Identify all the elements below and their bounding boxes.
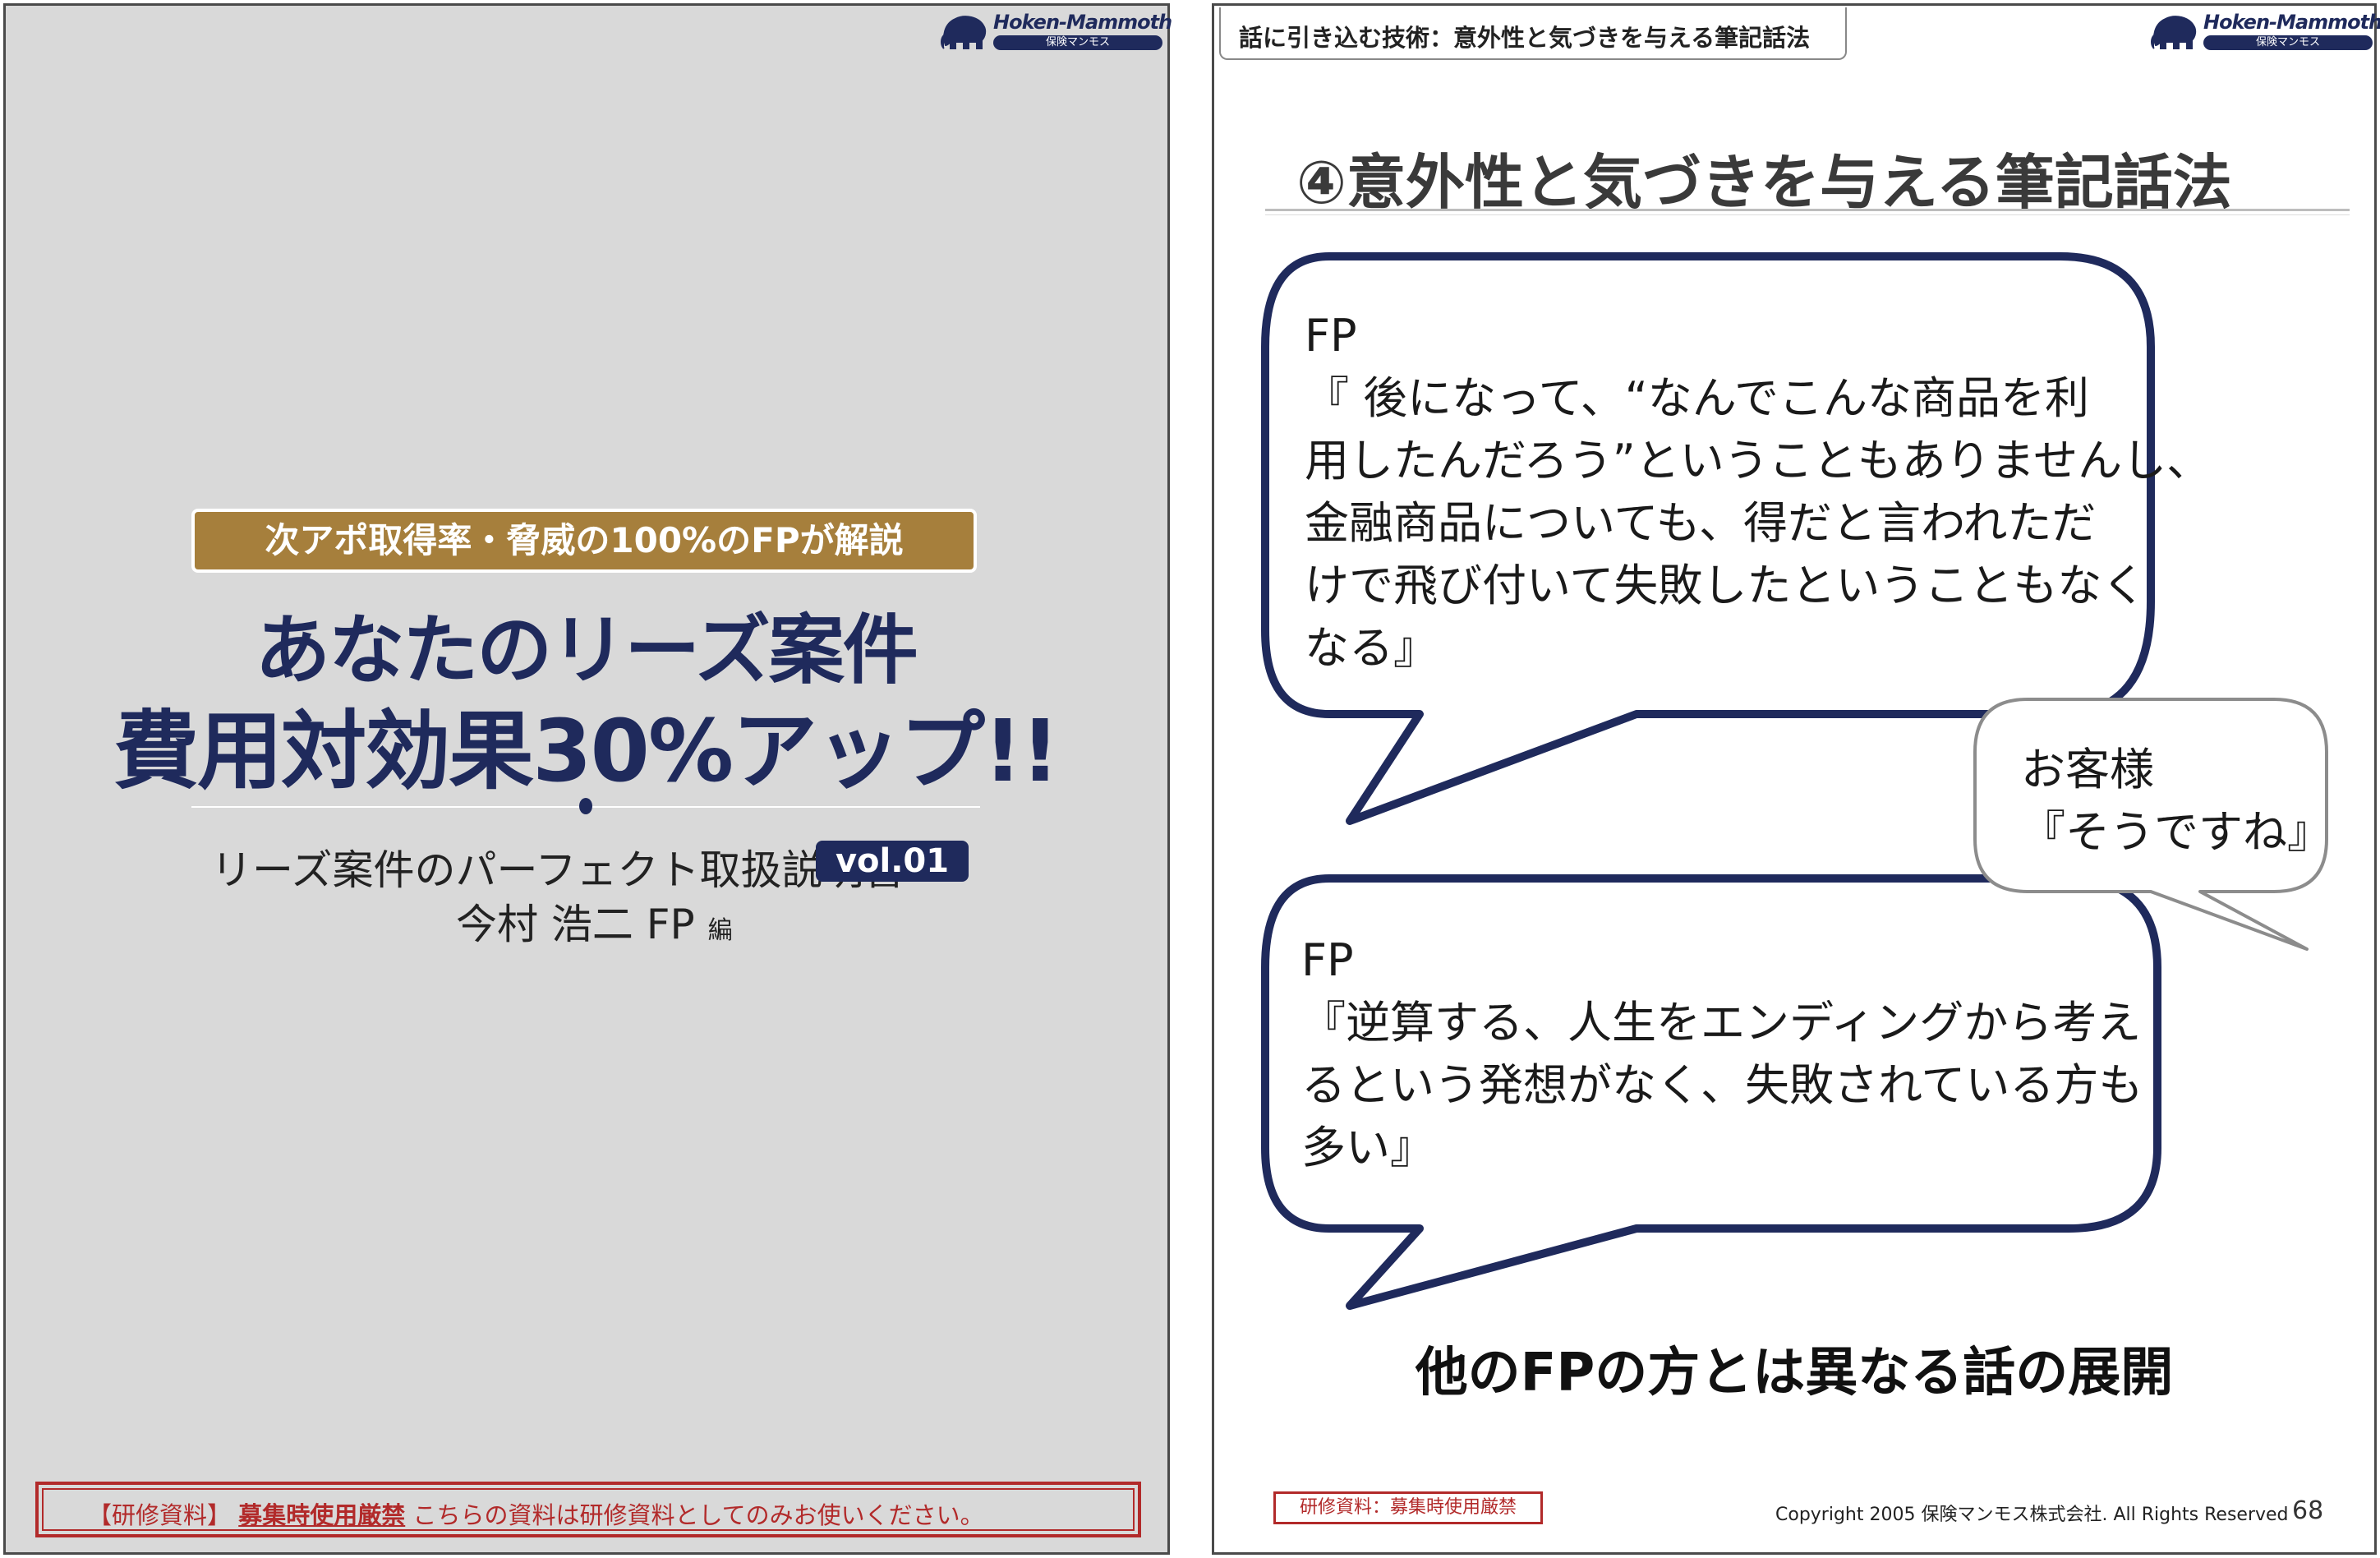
quote-line: なる』 bbox=[1305, 622, 1438, 674]
quote-line: 金融商品についても、得だと言われただ bbox=[1305, 497, 2097, 549]
customer-bubble-text: お客様 『そうですね』 bbox=[2021, 739, 2332, 864]
page-number: 68 bbox=[2292, 1496, 2324, 1525]
quote-line: るという発想がなく、失敗されている方も bbox=[1301, 1059, 2143, 1111]
quote-line: 『逆算する、人生をエンディングから考え bbox=[1301, 997, 2142, 1049]
quote-line: 『 後になって、“なんでこんな商品を利 bbox=[1305, 372, 2090, 424]
slide-page: 話に引き込む技術：意外性と気づきを与える筆記話法 Hoken-Mammoth 保… bbox=[1212, 3, 2380, 1555]
speaker-label: FP bbox=[1305, 310, 1357, 362]
warning-rest: こちらの資料は研修資料としてのみお使いください。 bbox=[412, 1501, 984, 1529]
cover-title-line2: 費用対効果30%アップ!! bbox=[113, 701, 1060, 801]
hoken-mammoth-logo: Hoken-Mammoth 保険マンモス bbox=[939, 11, 1172, 52]
training-warning-box: 【研修資料】 募集時使用厳禁 こちらの資料は研修資料としてのみお使いください。 bbox=[35, 1482, 1141, 1537]
copyright-notice: Copyright 2005 保険マンモス株式会社. All Rights Re… bbox=[1775, 1505, 2289, 1525]
mammoth-icon bbox=[941, 16, 987, 49]
speaker-label: お客様 bbox=[2021, 744, 2154, 795]
cover-subtitle: リーズ案件のパーフェクト取扱説明書 bbox=[211, 846, 905, 894]
volume-badge: vol.01 bbox=[816, 841, 969, 882]
warning-prefix: 【研修資料】 bbox=[88, 1501, 232, 1529]
slide-conclusion: 他のFPの方とは異なる話の展開 bbox=[1415, 1343, 2174, 1404]
cover-divider-dot bbox=[579, 798, 592, 814]
fp-bubble-2-text: FP 『逆算する、人生をエンディングから考え るという発想がなく、失敗されている… bbox=[1301, 929, 2143, 1179]
warning-strong: 募集時使用厳禁 bbox=[238, 1501, 406, 1529]
quote-line: 多い』 bbox=[1301, 1122, 1434, 1173]
cover-ribbon: 次アポ取得率・脅威の100%のFPが解説 bbox=[191, 509, 977, 573]
logo-brand: Hoken-Mammoth bbox=[993, 11, 1172, 34]
quote-line: けで飛び付いて失敗したということもなく bbox=[1305, 560, 2147, 611]
speaker-label: FP bbox=[1301, 934, 1354, 986]
author-suffix: 編 bbox=[707, 916, 733, 945]
fp-bubble-1-text: FP 『 後になって、“なんでこんな商品を利 用したんだろう”ということもありま… bbox=[1305, 305, 2211, 680]
cover-author: 今村 浩二 FP 編 bbox=[456, 892, 733, 951]
quote-line: 『そうですね』 bbox=[2021, 806, 2332, 858]
slide-training-warning: 研修資料：募集時使用厳禁 bbox=[1273, 1491, 1543, 1524]
author-name: 今村 浩二 FP bbox=[456, 901, 695, 948]
training-warning-text: 【研修資料】 募集時使用厳禁 こちらの資料は研修資料としてのみお使いください。 bbox=[88, 1496, 984, 1531]
cover-page: Hoken-Mammoth 保険マンモス 次アポ取得率・脅威の100%のFPが解… bbox=[3, 3, 1172, 1555]
quote-line: 用したんだろう”ということもありませんし、 bbox=[1305, 435, 2212, 486]
logo-tagline: 保険マンモス bbox=[993, 35, 1162, 50]
